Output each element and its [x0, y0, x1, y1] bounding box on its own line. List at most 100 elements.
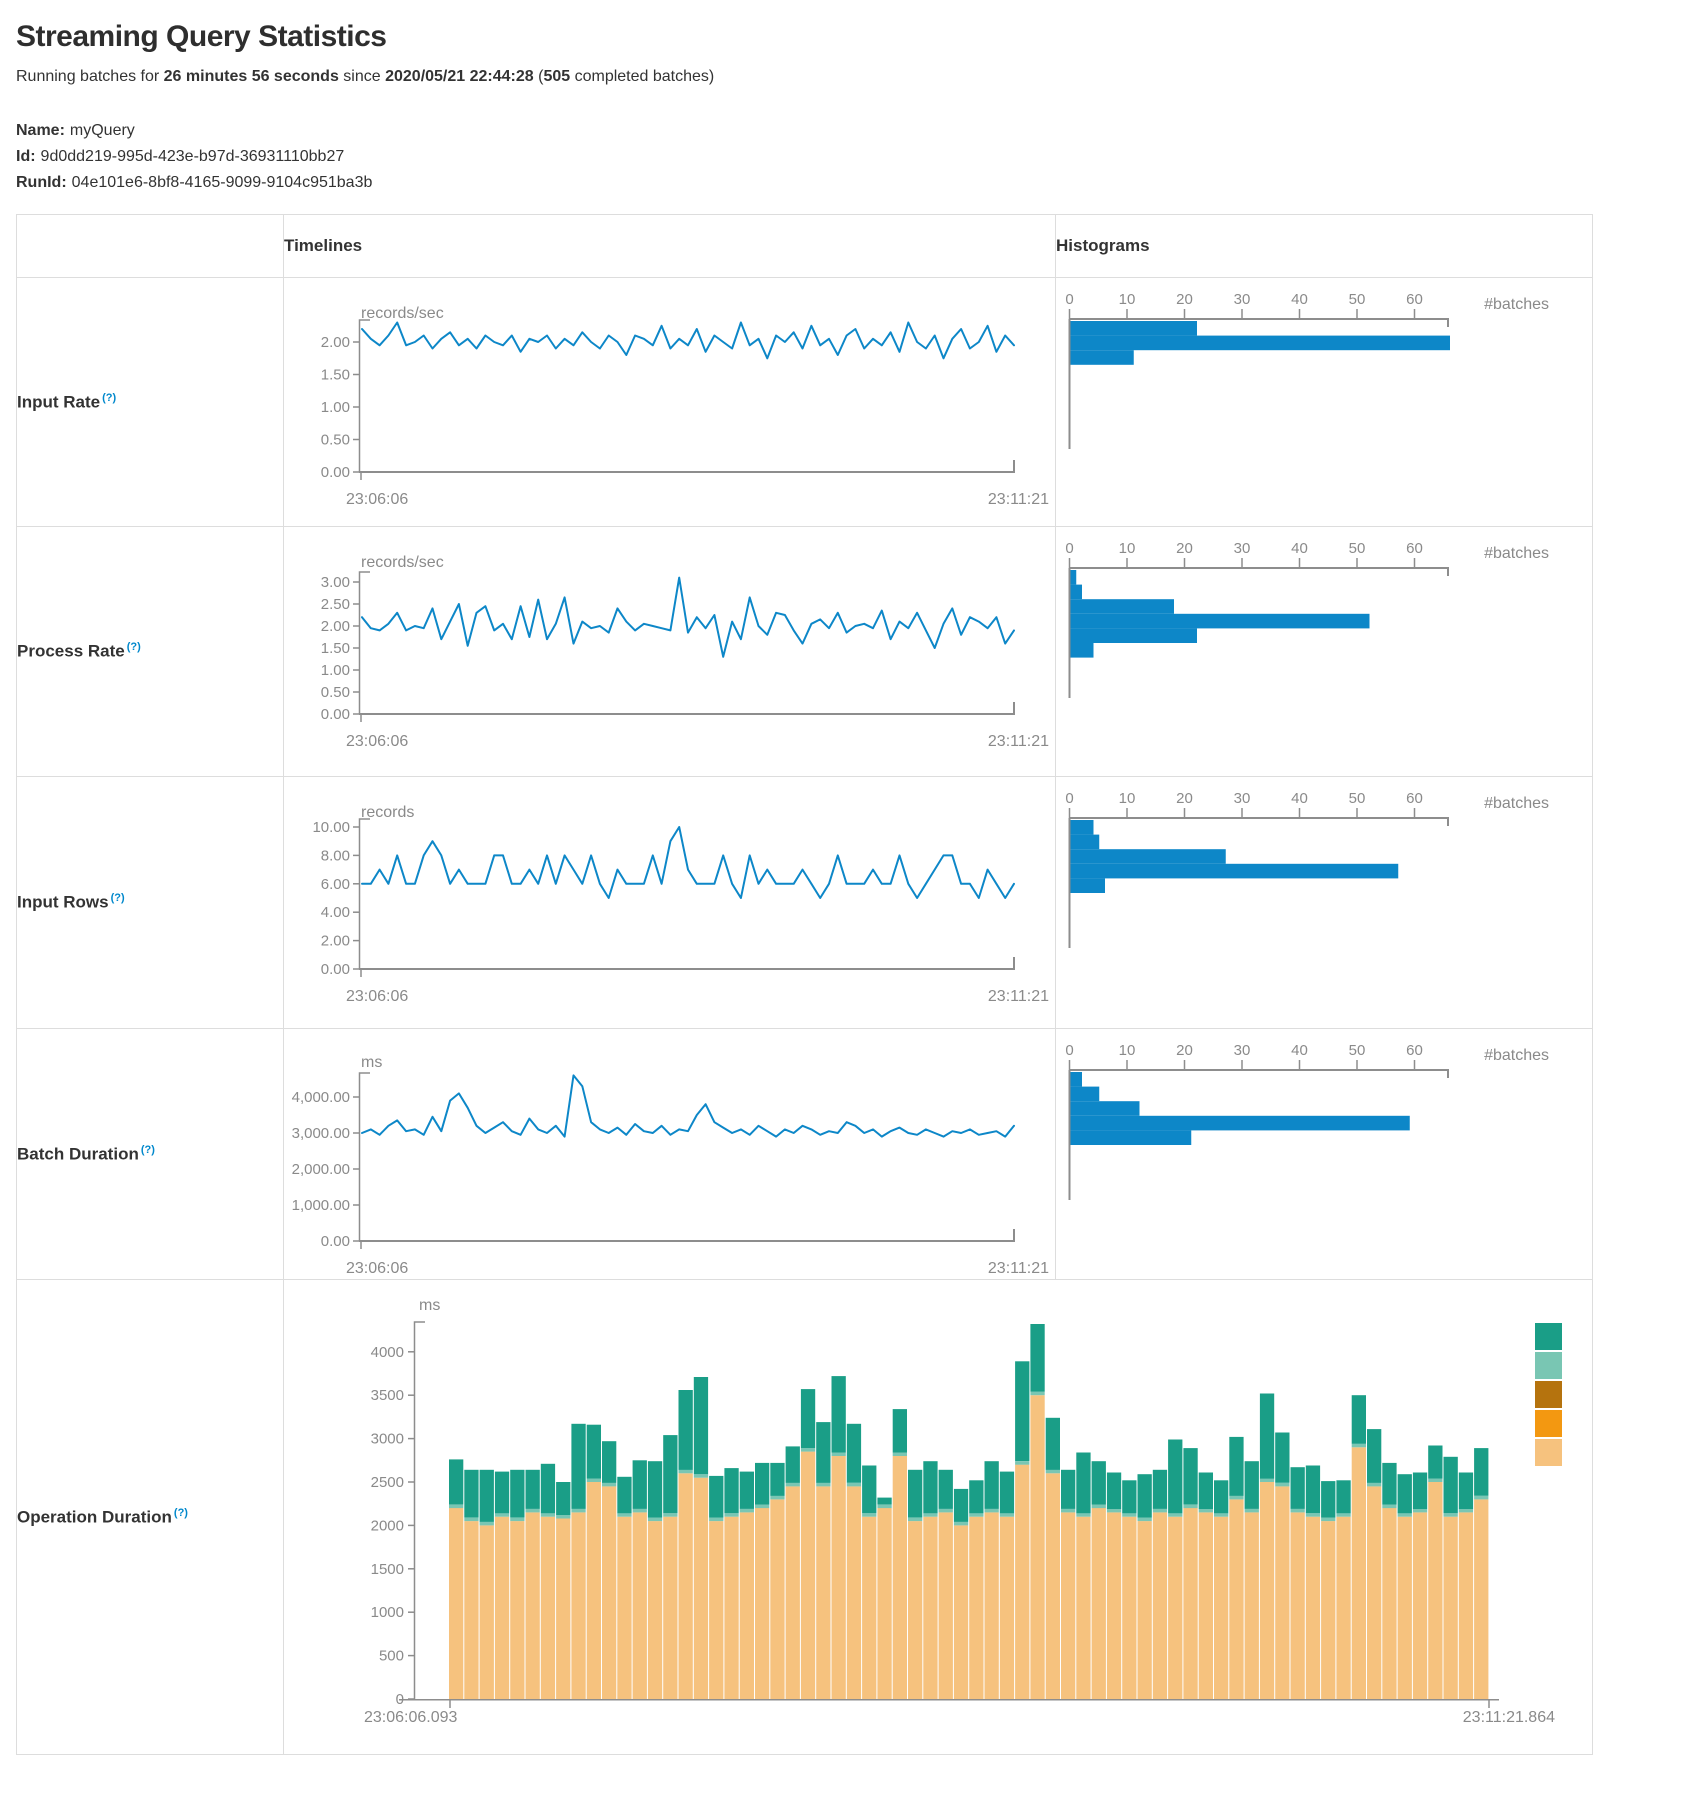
header-empty-cell — [17, 215, 284, 278]
stacked-bar-middle-segment — [709, 1518, 723, 1522]
row-label-text: Batch Duration — [17, 1144, 139, 1163]
stacked-bar-top-segment — [1030, 1324, 1044, 1392]
stacked-bar-middle-segment — [755, 1505, 769, 1509]
stacked-bar-middle-segment — [694, 1474, 708, 1478]
stacked-bar-top-segment — [1474, 1448, 1488, 1496]
row-label-batch-duration: Batch Duration(?) — [17, 1029, 284, 1280]
row-label-text: Input Rows — [17, 893, 109, 912]
stacked-bar-middle-segment — [617, 1513, 631, 1517]
input-rows-timeline-cell: records10.008.006.004.002.000.0023:06:06… — [284, 777, 1056, 1029]
svg-text:2000: 2000 — [371, 1517, 404, 1534]
legend-swatch-dark-amber — [1535, 1381, 1562, 1408]
stacked-bar-top-segment — [541, 1464, 555, 1514]
input-rows-histogram-cell: 0102030405060#batches — [1056, 777, 1593, 1029]
svg-text:2,000.00: 2,000.00 — [292, 1161, 350, 1178]
svg-text:3.00: 3.00 — [321, 574, 350, 591]
stacked-bar-top-segment — [1382, 1463, 1396, 1505]
stacked-bar-bottom-segment — [801, 1452, 815, 1699]
histogram-bar — [1071, 350, 1134, 365]
svg-text:23:11:21: 23:11:21 — [988, 491, 1049, 508]
stacked-bar-bottom-segment — [847, 1486, 861, 1699]
stacked-bar-bottom-segment — [1000, 1517, 1014, 1699]
svg-text:2.00: 2.00 — [321, 618, 350, 635]
stacked-bar-bottom-segment — [1122, 1517, 1136, 1699]
header-histograms: Histograms — [1056, 215, 1593, 278]
stacked-bar-bottom-segment — [1428, 1482, 1442, 1699]
stacked-bar-bottom-segment — [541, 1517, 555, 1699]
svg-text:50: 50 — [1349, 540, 1366, 557]
stacked-bar-middle-segment — [464, 1518, 478, 1522]
stacked-bar-bottom-segment — [1413, 1512, 1427, 1699]
stacked-bar-top-segment — [832, 1376, 846, 1452]
stacked-bar-middle-segment — [1030, 1392, 1044, 1396]
histogram-bar — [1071, 864, 1399, 879]
svg-text:0.50: 0.50 — [321, 684, 350, 701]
stacked-bar-middle-segment — [1444, 1513, 1458, 1517]
page-title: Streaming Query Statistics — [16, 20, 1693, 54]
stacked-bar-middle-segment — [1413, 1509, 1427, 1513]
row-label-input-rate: Input Rate(?) — [17, 278, 284, 527]
stacked-bar-bottom-segment — [1107, 1512, 1121, 1699]
svg-text:1.00: 1.00 — [321, 662, 350, 679]
row-process-rate: Process Rate(?) records/sec3.002.502.001… — [17, 527, 1593, 777]
stacked-bar-top-segment — [1367, 1429, 1381, 1483]
svg-text:1.50: 1.50 — [321, 640, 350, 657]
row-label-process-rate: Process Rate(?) — [17, 527, 284, 777]
svg-text:#batches: #batches — [1484, 296, 1549, 313]
stacked-bar-middle-segment — [1382, 1505, 1396, 1509]
stacked-bar-middle-segment — [770, 1496, 784, 1500]
svg-text:0.00: 0.00 — [321, 706, 350, 723]
stacked-bar-bottom-segment — [694, 1478, 708, 1699]
stacked-bar-top-segment — [877, 1498, 891, 1505]
stacked-bar-middle-segment — [1092, 1505, 1106, 1509]
histogram-bar — [1071, 1116, 1410, 1131]
stacked-bar-middle-segment — [571, 1509, 585, 1513]
legend-swatch-teal — [1535, 1323, 1562, 1350]
operation-duration-cell: ms4000350030002500200015001000500023:06:… — [284, 1280, 1593, 1755]
svg-text:1.00: 1.00 — [321, 399, 350, 416]
stacked-bar-bottom-segment — [510, 1521, 524, 1699]
stacked-bar-bottom-segment — [1459, 1512, 1473, 1699]
row-label-input-rows: Input Rows(?) — [17, 777, 284, 1029]
svg-text:0.00: 0.00 — [321, 1233, 350, 1250]
stacked-bar-bottom-segment — [1153, 1512, 1167, 1699]
stacked-bar-middle-segment — [1398, 1513, 1412, 1517]
stacked-bar-middle-segment — [969, 1513, 983, 1517]
svg-text:50: 50 — [1349, 790, 1366, 807]
query-name-line: Name:myQuery — [16, 118, 1693, 144]
header-timelines: Timelines — [284, 215, 1056, 278]
stacked-bar-top-segment — [816, 1422, 830, 1483]
help-icon[interactable]: (?) — [174, 1507, 188, 1519]
stacked-bar-middle-segment — [1107, 1509, 1121, 1513]
stacked-bar-bottom-segment — [449, 1508, 463, 1699]
svg-text:2.00: 2.00 — [321, 933, 350, 950]
stacked-bar-bottom-segment — [1092, 1508, 1106, 1699]
stacked-bar-bottom-segment — [770, 1499, 784, 1699]
stacked-bar-middle-segment — [847, 1483, 861, 1487]
stacked-bar-bottom-segment — [464, 1521, 478, 1699]
stacked-bar-middle-segment — [1336, 1513, 1350, 1517]
svg-text:2.00: 2.00 — [321, 334, 350, 351]
help-icon[interactable]: (?) — [141, 1144, 155, 1156]
stacked-bar-bottom-segment — [709, 1521, 723, 1699]
stacked-bar-middle-segment — [816, 1483, 830, 1487]
help-icon[interactable]: (?) — [111, 892, 125, 904]
stacked-bar-top-segment — [1275, 1433, 1289, 1483]
stacked-bar-middle-segment — [877, 1505, 891, 1509]
help-icon[interactable]: (?) — [127, 641, 141, 653]
stacked-bar-top-segment — [526, 1470, 540, 1509]
running-start-time: 2020/05/21 22:44:28 — [385, 68, 534, 85]
stacked-bar-middle-segment — [648, 1518, 662, 1522]
svg-text:2500: 2500 — [371, 1474, 404, 1491]
stacked-bar-top-segment — [617, 1477, 631, 1514]
stacked-bar-middle-segment — [1367, 1483, 1381, 1487]
svg-text:4000: 4000 — [371, 1344, 404, 1361]
svg-text:10: 10 — [1119, 540, 1136, 557]
help-icon[interactable]: (?) — [102, 392, 116, 404]
histogram-bar — [1071, 1087, 1100, 1102]
svg-text:23:06:06: 23:06:06 — [346, 491, 408, 508]
histogram-bar — [1071, 321, 1198, 336]
svg-text:ms: ms — [361, 1054, 382, 1071]
stacked-bar-top-segment — [464, 1470, 478, 1518]
process-rate-histogram-cell: 0102030405060#batches — [1056, 527, 1593, 777]
